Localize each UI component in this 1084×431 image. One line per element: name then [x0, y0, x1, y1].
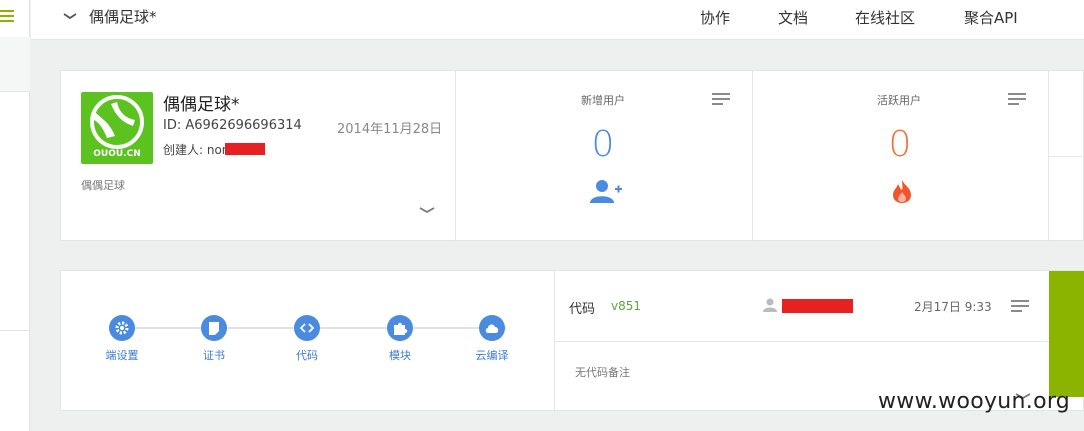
code-version[interactable]: v851	[611, 299, 641, 313]
rail-divider	[0, 330, 30, 331]
column-divider	[752, 71, 753, 242]
chevron-down-icon[interactable]	[62, 11, 78, 21]
rail-active-item[interactable]	[0, 37, 30, 91]
gear-icon	[109, 315, 135, 341]
row-divider	[555, 341, 1049, 342]
app-description: 偶偶足球	[81, 179, 125, 192]
active-users-label: 活跃用户	[877, 94, 921, 107]
nav-docs[interactable]: 文档	[778, 7, 808, 28]
app-logo: OUOU.CN	[81, 92, 153, 164]
certificate-icon	[201, 315, 227, 341]
user-icon	[763, 298, 777, 312]
new-users-label: 新增用户	[581, 94, 625, 107]
created-date: 2014年11月28日	[337, 122, 443, 137]
code-menu-icon[interactable]	[1011, 300, 1029, 314]
creator-label: 创建人: nor	[163, 143, 227, 157]
step-label: 端设置	[105, 349, 139, 362]
puzzle-icon	[387, 315, 413, 341]
step-code[interactable]: 代码	[277, 315, 337, 363]
redaction-mark	[782, 299, 853, 313]
nav-community[interactable]: 在线社区	[855, 7, 915, 28]
step-label: 模块	[389, 349, 411, 362]
rail-divider	[0, 91, 30, 92]
watermark: www.wooyun.org	[878, 389, 1071, 414]
nav-collaborate[interactable]: 协作	[700, 7, 730, 28]
row-divider	[1049, 156, 1084, 157]
new-users-value: 0	[591, 124, 615, 165]
redaction-mark	[224, 143, 265, 155]
hamburger-menu-icon[interactable]	[0, 10, 14, 24]
fire-icon	[893, 180, 911, 203]
top-bar: 偶偶足球* 协作 文档 在线社区 聚合API	[31, 0, 1084, 40]
logo-text: OUOU.CN	[93, 149, 141, 159]
step-modules[interactable]: 模块	[370, 315, 430, 363]
app-overview-card: OUOU.CN 偶偶足球* ID: A6962696696314 2014年11…	[60, 70, 1084, 242]
code-note: 无代码备注	[575, 366, 630, 379]
active-users-menu-icon[interactable]	[1008, 93, 1026, 107]
expand-chevron-icon[interactable]	[418, 205, 436, 215]
active-users-value: 0	[888, 124, 912, 165]
step-label: 证书	[203, 349, 225, 362]
step-certificate[interactable]: 证书	[184, 315, 244, 363]
cloud-icon	[479, 315, 505, 341]
side-action-bar[interactable]	[1049, 271, 1084, 397]
code-label: 代码	[569, 302, 596, 317]
nav-aggregate-api[interactable]: 聚合API	[964, 7, 1018, 28]
left-rail	[0, 0, 30, 431]
code-date: 2月17日 9:33	[914, 300, 992, 314]
add-user-icon	[590, 180, 622, 203]
step-cloud-compile[interactable]: 云编译	[462, 315, 522, 363]
step-settings[interactable]: 端设置	[92, 315, 152, 363]
creator-line: 创建人: nor	[163, 141, 265, 158]
app-name: 偶偶足球*	[163, 95, 240, 115]
step-label: 云编译	[475, 349, 509, 362]
new-users-menu-icon[interactable]	[712, 93, 730, 107]
app-title[interactable]: 偶偶足球*	[89, 6, 157, 27]
code-icon	[294, 315, 320, 341]
step-label: 代码	[296, 349, 318, 362]
app-id: ID: A6962696696314	[163, 118, 302, 133]
column-divider	[455, 71, 456, 242]
